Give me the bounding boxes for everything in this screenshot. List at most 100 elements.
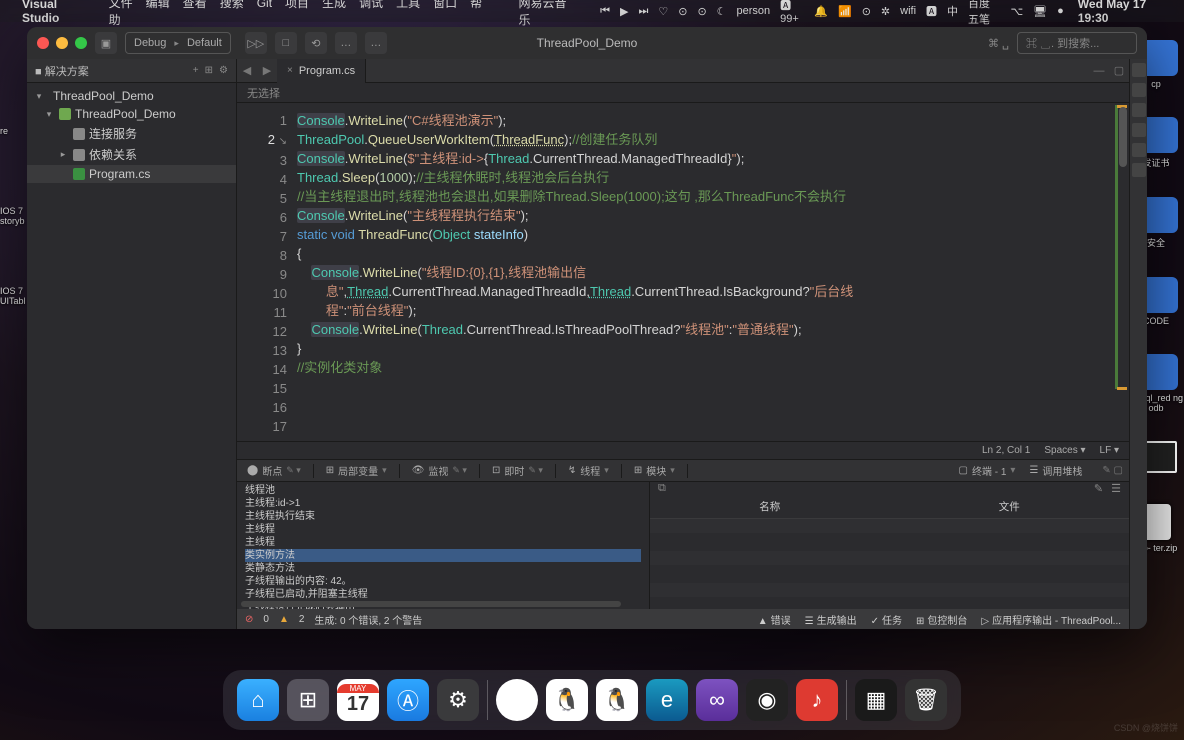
minimize-icon[interactable] [56,37,68,49]
menu-Git[interactable]: Git [257,0,272,10]
minimize-panel-icon[interactable]: — [1089,65,1109,77]
panel-tab-调用堆栈[interactable]: ☰调用堆栈 [1025,463,1086,478]
edit-icon[interactable]: ✎ [1094,482,1103,495]
status-item[interactable]: ☾ [717,5,727,18]
panel-tab-局部变量[interactable]: ⊞局部变量▾ [322,463,391,478]
unit-tests-icon[interactable] [1132,123,1146,137]
tab-nav-back[interactable]: ◀ [237,64,257,77]
status-item[interactable]: ⊙ [697,5,706,18]
status-item[interactable]: ✲ [881,5,890,18]
dock-obs[interactable]: ◉ [746,679,788,721]
copy-icon[interactable]: ⧉ [658,482,666,495]
menu-搜索[interactable]: 搜索 [220,0,244,10]
zoom-icon[interactable] [75,37,87,49]
status-pad-任务[interactable]: ✓任务 [871,612,902,627]
maximize-panel-icon[interactable]: ▢ [1109,64,1129,77]
status-item[interactable]: 📶 [838,5,852,18]
add-icon[interactable]: + [193,65,199,76]
menu-调试[interactable]: 调试 [359,0,383,10]
panel-toggle-button[interactable]: ▣ [95,32,117,54]
panel-tab-终端 - 1[interactable]: ▢终端 - 1▾ [954,463,1019,478]
status-pad-应用程序输出 - ThreadPool...[interactable]: ▷应用程序输出 - ThreadPool... [981,612,1121,627]
window-controls[interactable] [37,37,87,49]
status-item[interactable]: 🖥 [1033,5,1047,18]
output-panel[interactable]: 线程池主线程:id->1主线程执行结束主线程主线程类实例方法类静态方法子线程输出… [237,482,649,609]
error-icon[interactable]: ⊘ [245,614,253,625]
dock-appstore[interactable]: Ⓐ [387,679,429,721]
help-icon[interactable] [1132,163,1146,177]
right-tool-strip[interactable] [1129,59,1147,629]
dock-edge[interactable]: e [646,679,688,721]
toolbox-icon[interactable] [1132,63,1146,77]
editor-tabs[interactable]: ◀ ▶ × Program.cs — ▢ [237,59,1129,83]
panel-tab-模块[interactable]: ⊞模块▾ [630,463,679,478]
panel-tab-断点[interactable]: ⬤断点✎ ▾ [243,463,305,478]
menu-窗口[interactable]: 窗口 [433,0,457,10]
dock-activity[interactable]: ▦ [855,679,897,721]
document-outline-icon[interactable] [1132,103,1146,117]
dock-system-settings[interactable]: ⚙ [437,679,479,721]
macos-dock[interactable]: ⌂⊞MAY17Ⓐ⚙◎🐧🐧e∞◉♪▦🗑 [223,670,961,730]
dock-qq2[interactable]: 🐧 [596,679,638,721]
settings-icon[interactable]: ⚙ [219,65,228,76]
status-item[interactable]: person [737,5,771,17]
status-item[interactable]: ⏮ [600,5,610,18]
status-tray[interactable]: ⏮▶⏭♡⊙⊙☾person🅰 99+🔔📶⊙✲wifi🅰中百度五笔⌥🖥● [600,0,1064,27]
callstack-toolbar[interactable]: ⧉ ✎ ☰ [650,482,1129,495]
tab-program-cs[interactable]: × Program.cs [277,59,366,83]
status-item[interactable]: ⊙ [862,5,871,18]
statusbar[interactable]: ⊘ 0 ▲ 2 生成: 0 个错误, 2 个警告 ▲错误☰生成输出✓任务⊞包控制… [237,609,1129,629]
dock-trash[interactable]: 🗑 [905,679,947,721]
list-icon[interactable]: ☰ [1111,482,1121,495]
status-item[interactable]: 🅰 99+ [780,0,804,25]
macos-menubar[interactable]: Visual Studio 文件编辑查看搜索Git项目生成调试工具窗口帮助 网易… [0,0,1184,22]
indent-selector[interactable]: Spaces ▾ [1044,445,1085,456]
app-name[interactable]: Visual Studio [22,0,95,25]
status-item[interactable]: 中 [947,3,958,19]
stop-button[interactable]: □ [275,32,297,54]
dock-qq1[interactable]: 🐧 [546,679,588,721]
tab-close-icon[interactable]: × [287,65,293,76]
eol-selector[interactable]: LF ▾ [1100,445,1119,456]
status-item[interactable]: ▶ [620,5,628,18]
status-pad-错误[interactable]: ▲错误 [758,612,791,627]
close-icon[interactable] [37,37,49,49]
status-item[interactable]: 🔔 [814,5,828,18]
dock-visual-studio[interactable]: ∞ [696,679,738,721]
tree-node-连接服务[interactable]: 连接服务 [27,123,236,144]
status-pad-生成输出[interactable]: ☰生成输出 [805,612,857,627]
git-icon[interactable] [1132,143,1146,157]
more-button[interactable]: … [365,32,387,54]
run-button[interactable]: ▷▷ [245,32,267,54]
search-input[interactable]: ⌘ ␣. 到搜索... [1017,32,1137,54]
run-configuration[interactable]: Debug▸Default [125,32,231,54]
menu-工具[interactable]: 工具 [396,0,420,10]
quick-launch-icon[interactable]: ⌘ ␣ [988,37,1009,50]
status-pad-包控制台[interactable]: ⊞包控制台 [916,612,967,627]
vertical-scrollbar[interactable] [1115,103,1129,441]
menu-生成[interactable]: 生成 [322,0,346,10]
warning-icon[interactable]: ▲ [279,614,289,625]
status-item[interactable]: ♡ [658,5,668,18]
dock-calendar[interactable]: MAY17 [337,679,379,721]
menu-查看[interactable]: 查看 [183,0,207,10]
tree-node-Program.cs[interactable]: Program.cs [27,165,236,183]
tab-nav-forward[interactable]: ▶ [257,64,277,77]
callstack-panel[interactable]: ⧉ ✎ ☰ 名称文件 [649,482,1129,609]
panel-tab-即时[interactable]: ⊡即时✎ ▾ [488,463,547,478]
dock-launchpad[interactable]: ⊞ [287,679,329,721]
properties-icon[interactable] [1132,83,1146,97]
tree-node-依赖关系[interactable]: ▸依赖关系 [27,144,236,165]
menu-编辑[interactable]: 编辑 [146,0,170,10]
status-item[interactable]: ● [1057,5,1064,17]
status-item[interactable]: ⏭ [638,5,648,18]
status-item[interactable]: ⌥ [1010,5,1023,18]
dock-chrome[interactable]: ◎ [496,679,538,721]
menu-文件[interactable]: 文件 [109,0,133,10]
solution-explorer[interactable]: ■ 解决方案 + ⊞ ⚙ ▾ThreadPool_Demo▾ThreadPool… [27,59,237,629]
debug-tool-tabs[interactable]: ⬤断点✎ ▾⊞局部变量▾👁监视✎ ▾⊡即时✎ ▾↯线程▾⊞模块▾▢终端 - 1▾… [237,459,1129,481]
status-item[interactable]: wifi [900,5,916,17]
step-button[interactable]: … [335,32,357,54]
restart-button[interactable]: ⟲ [305,32,327,54]
status-item[interactable]: 🅰 [926,3,937,19]
